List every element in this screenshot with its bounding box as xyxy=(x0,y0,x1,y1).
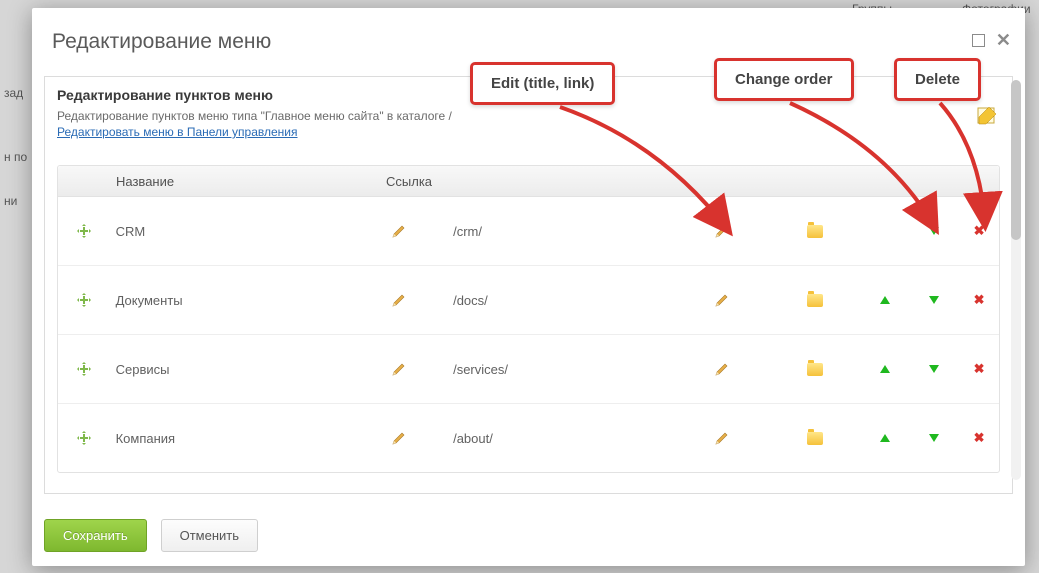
scrollbar[interactable] xyxy=(1011,80,1021,480)
edit-link-icon[interactable] xyxy=(714,431,729,446)
move-up-icon[interactable] xyxy=(880,434,890,442)
delete-icon[interactable]: ✖ xyxy=(974,292,985,308)
edit-name-icon[interactable] xyxy=(391,224,406,239)
move-handle-icon[interactable] xyxy=(77,224,91,238)
move-down-icon[interactable] xyxy=(929,365,939,373)
control-panel-link[interactable]: Редактировать меню в Панели управления xyxy=(57,125,298,139)
table-row: Сервисы/services/ ✖ xyxy=(58,335,999,404)
maximize-button[interactable] xyxy=(972,34,985,47)
folder-icon[interactable] xyxy=(807,432,823,445)
folder-icon[interactable] xyxy=(807,294,823,307)
move-down-icon[interactable] xyxy=(929,296,939,304)
row-name: Сервисы xyxy=(110,362,344,377)
notepad-icon[interactable] xyxy=(976,105,998,125)
save-button[interactable]: Сохранить xyxy=(44,519,147,552)
row-link: /services/ xyxy=(453,362,671,377)
edit-name-icon[interactable] xyxy=(391,293,406,308)
move-up-icon[interactable] xyxy=(880,365,890,373)
bg-text: ни xyxy=(4,194,17,208)
edit-name-icon[interactable] xyxy=(391,431,406,446)
menu-table: Название Ссылка CRM/crm/✖Документы/docs/… xyxy=(57,165,1000,473)
move-down-icon[interactable] xyxy=(929,227,939,235)
section-title: Редактирование пунктов меню xyxy=(57,87,273,103)
edit-name-icon[interactable] xyxy=(391,362,406,377)
table-row: CRM/crm/ ✖ xyxy=(58,197,999,266)
edit-link-icon[interactable] xyxy=(714,293,729,308)
move-handle-icon[interactable] xyxy=(77,293,91,307)
row-link: /crm/ xyxy=(453,224,671,239)
delete-icon[interactable]: ✖ xyxy=(974,430,985,446)
row-name: CRM xyxy=(110,224,344,239)
callout-order: Change order xyxy=(714,58,854,101)
dialog-title: Редактирование меню xyxy=(52,30,271,54)
folder-icon[interactable] xyxy=(807,363,823,376)
callout-delete: Delete xyxy=(894,58,981,101)
table-header: Название Ссылка xyxy=(58,166,999,197)
col-name: Название xyxy=(110,174,386,189)
delete-icon[interactable]: ✖ xyxy=(974,361,985,377)
edit-link-icon[interactable] xyxy=(714,224,729,239)
row-name: Документы xyxy=(110,293,344,308)
move-down-icon[interactable] xyxy=(929,434,939,442)
bg-text: н по xyxy=(4,150,27,164)
table-row: Документы/docs/ ✖ xyxy=(58,266,999,335)
table-row: Компания/about/ ✖ xyxy=(58,404,999,472)
folder-icon[interactable] xyxy=(807,225,823,238)
cancel-button[interactable]: Отменить xyxy=(161,519,258,552)
move-handle-icon[interactable] xyxy=(77,431,91,445)
delete-icon[interactable]: ✖ xyxy=(974,223,985,239)
edit-link-icon[interactable] xyxy=(714,362,729,377)
callout-edit: Edit (title, link) xyxy=(470,62,615,105)
row-link: /docs/ xyxy=(453,293,671,308)
row-link: /about/ xyxy=(453,431,671,446)
row-name: Компания xyxy=(110,431,344,446)
move-up-icon[interactable] xyxy=(880,296,890,304)
dialog-footer: Сохранить Отменить xyxy=(44,519,258,552)
dialog-body: Редактирование пунктов меню Редактирован… xyxy=(44,76,1013,494)
close-button[interactable]: ✕ xyxy=(996,30,1011,51)
section-subtitle: Редактирование пунктов меню типа "Главно… xyxy=(57,109,452,123)
move-handle-icon[interactable] xyxy=(77,362,91,376)
bg-text: зад xyxy=(4,86,23,100)
col-link: Ссылка xyxy=(386,174,686,189)
